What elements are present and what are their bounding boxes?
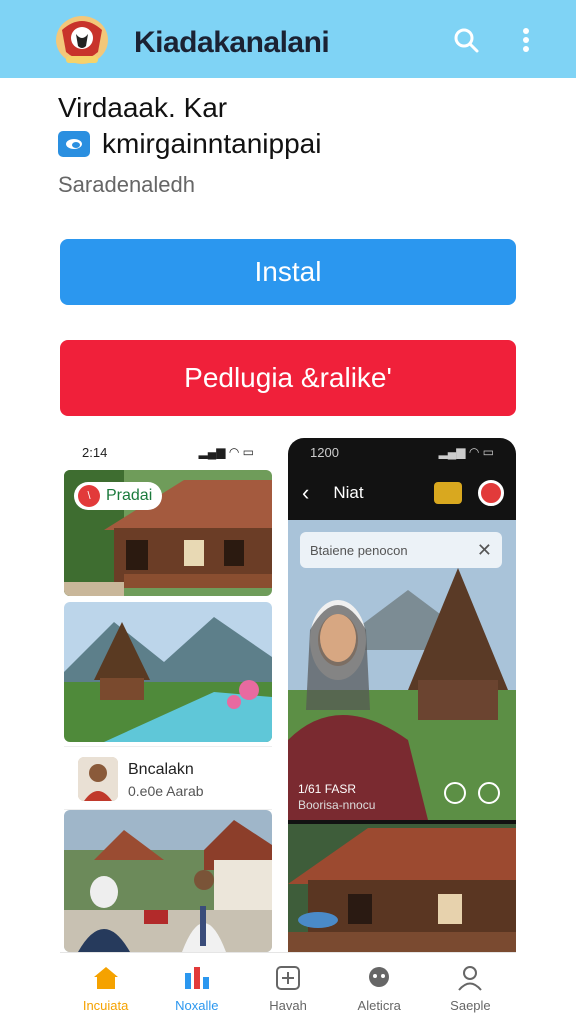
developer-name: kmirgainntanippai — [102, 128, 322, 159]
nav-label-chat: Aleticra — [357, 998, 401, 1013]
nav-item-chart[interactable]: Noxalle — [151, 953, 242, 1024]
profile-name: Bncalakn — [128, 761, 194, 778]
status-time: 2:14 — [82, 444, 108, 460]
more-vert-icon[interactable] — [510, 24, 542, 56]
search-placeholder: Btaiene penocon — [310, 542, 408, 558]
photo-card-lake[interactable] — [64, 602, 272, 742]
photo-card-house[interactable]: \ Pradai — [64, 470, 272, 596]
photo-caption-2: Boorisa-nnocu — [298, 798, 376, 812]
back-icon[interactable]: ‹ — [302, 480, 309, 506]
profile-icon — [456, 964, 484, 992]
add-box-icon — [274, 964, 302, 992]
search-icon[interactable] — [450, 24, 482, 56]
app-logo — [52, 12, 112, 68]
badge-label: Pradai — [106, 487, 153, 504]
profile-row[interactable]: Bncalakn 0.e0e Aarab — [64, 746, 272, 810]
record-icon[interactable] — [478, 480, 504, 506]
nav-label-add: Havah — [269, 998, 307, 1013]
bottom-nav: Incuiata Noxalle Havah Aleticra Saeple — [60, 952, 516, 1024]
status-icons: ▂▄▆ ◠ ▭ — [198, 445, 254, 459]
nav-item-add[interactable]: Havah — [242, 953, 333, 1024]
check-icon[interactable] — [444, 782, 466, 804]
nav-label-chart: Noxalle — [175, 998, 219, 1013]
photo-caption-1: 1/61 FASR — [298, 782, 357, 796]
secondary-button[interactable]: Pedlugia &ralike' — [60, 340, 516, 416]
screenshot-left[interactable]: 2:14 ▂▄▆ ◠ ▭ \ Pradai Bncalakn 0.e0e Aar… — [60, 438, 276, 1024]
status-bar-dark: 1200 ▂▄▆ ◠ ▭ — [288, 438, 516, 466]
screen-title: Niat — [333, 483, 364, 502]
status-icons-dark: ▂▄▆ ◠ ▭ — [438, 445, 494, 459]
nav-item-home[interactable]: Incuiata — [60, 953, 151, 1024]
chart-icon — [183, 964, 211, 992]
chat-icon — [365, 964, 393, 992]
app-name: Virdaaak. Kar — [58, 92, 228, 123]
bookmark-icon[interactable] — [434, 482, 462, 504]
home-icon — [92, 964, 120, 992]
search-field[interactable]: Btaiene penocon ✕ — [300, 532, 502, 568]
nav-label-profile: Saeple — [450, 998, 491, 1013]
screenshot-right[interactable]: 1200 ▂▄▆ ◠ ▭ ‹ Niat Btaiene penocon ✕ 1/… — [288, 438, 516, 1024]
photo-woman[interactable]: Btaiene penocon ✕ 1/61 FASR Boorisa-nnoc… — [288, 520, 516, 820]
app-title: Kiadakanalani — [134, 26, 330, 59]
install-button[interactable]: Instal — [60, 239, 516, 305]
avatar — [78, 757, 118, 801]
status-bar: 2:14 ▂▄▆ ◠ ▭ — [60, 438, 276, 466]
developer-row[interactable]: kmirgainntanippai — [58, 128, 321, 160]
photo-card-people[interactable] — [64, 810, 272, 952]
close-icon[interactable]: ✕ — [477, 540, 492, 561]
nav-item-chat[interactable]: Aleticra — [334, 953, 425, 1024]
app-bar: Kiadakanalani — [0, 0, 576, 78]
nav-item-profile[interactable]: Saeple — [425, 953, 516, 1024]
profile-subtitle: 0.e0e Aarab — [128, 783, 204, 799]
badge-icon: \ — [78, 485, 100, 507]
badge-pill[interactable]: \ Pradai — [74, 482, 163, 510]
developer-icon — [58, 131, 90, 157]
screenshot-topbar: ‹ Niat — [288, 466, 516, 520]
share-icon[interactable] — [478, 782, 500, 804]
status-time-dark: 1200 — [310, 444, 339, 460]
photo-house-dark[interactable] — [288, 824, 516, 952]
app-subtext: Saradenaledh — [58, 172, 196, 197]
nav-label-home: Incuiata — [82, 998, 129, 1013]
